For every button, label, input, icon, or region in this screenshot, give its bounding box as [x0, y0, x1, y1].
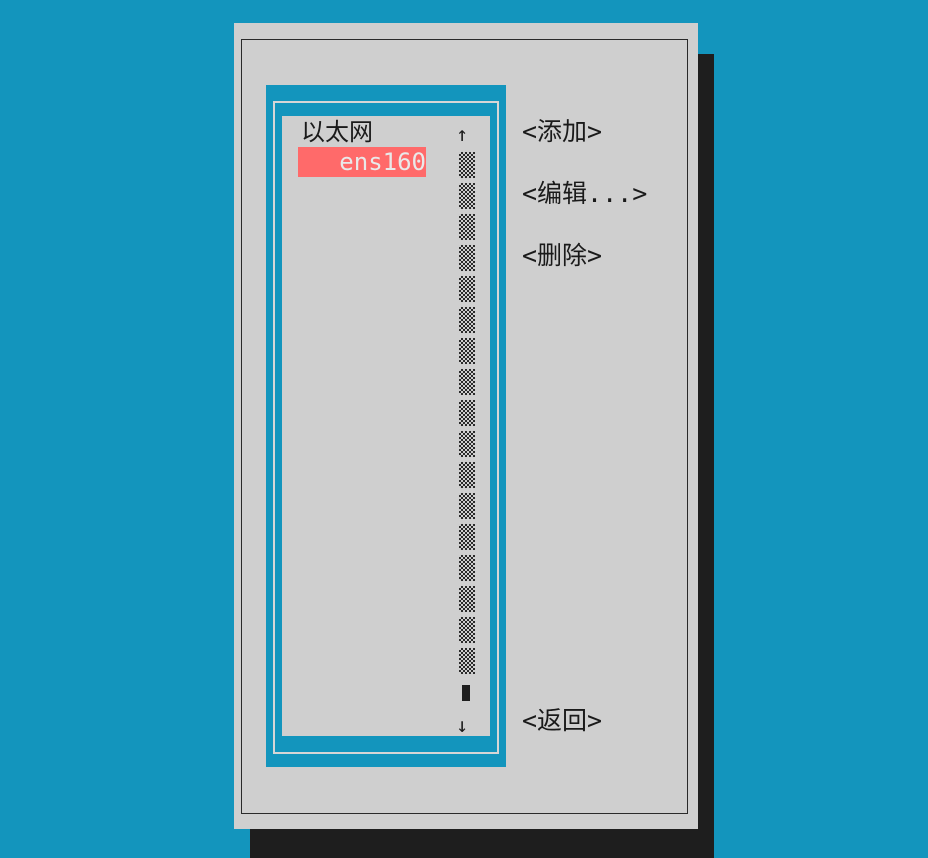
scrollbar-track-cell [459, 183, 475, 209]
scroll-down-arrow-icon[interactable]: ↓ [456, 713, 468, 737]
scrollbar-track-cell [459, 555, 475, 581]
edit-button[interactable]: <编辑...> [522, 177, 647, 211]
scrollbar-track-cell [459, 307, 475, 333]
scrollbar-track-cell [459, 617, 475, 643]
scrollbar-track-cell [459, 400, 475, 426]
scrollbar-track-cell [459, 276, 475, 302]
scrollbar-track-cell [459, 214, 475, 240]
scrollbar-track-cell [459, 524, 475, 550]
list-group-label: 以太网 [301, 118, 373, 146]
connection-dialog: 以太网 ens160 ↑ ↓ <添加> <编辑...> <删除> <返回> [234, 23, 698, 829]
scrollbar-track-cell [459, 648, 475, 674]
back-button[interactable]: <返回> [522, 704, 602, 738]
list-item-ens160[interactable]: ens160 [298, 147, 426, 177]
scrollbar-track-cell [459, 462, 475, 488]
add-button[interactable]: <添加> [522, 115, 602, 149]
scrollbar-track[interactable] [459, 152, 475, 674]
scrollbar-track-cell [459, 152, 475, 178]
connection-list-container: 以太网 ens160 ↑ ↓ [266, 85, 506, 767]
scrollbar-track-cell [459, 338, 475, 364]
scrollbar-track-cell [459, 369, 475, 395]
scrollbar-track-cell [459, 586, 475, 612]
scrollbar-thumb[interactable] [462, 685, 470, 701]
scrollbar-track-cell [459, 245, 475, 271]
delete-button[interactable]: <删除> [522, 239, 602, 273]
scrollbar-track-cell [459, 431, 475, 457]
connection-list[interactable]: 以太网 ens160 ↑ ↓ [282, 116, 490, 737]
scroll-up-arrow-icon[interactable]: ↑ [456, 122, 468, 146]
scrollbar-track-cell [459, 493, 475, 519]
